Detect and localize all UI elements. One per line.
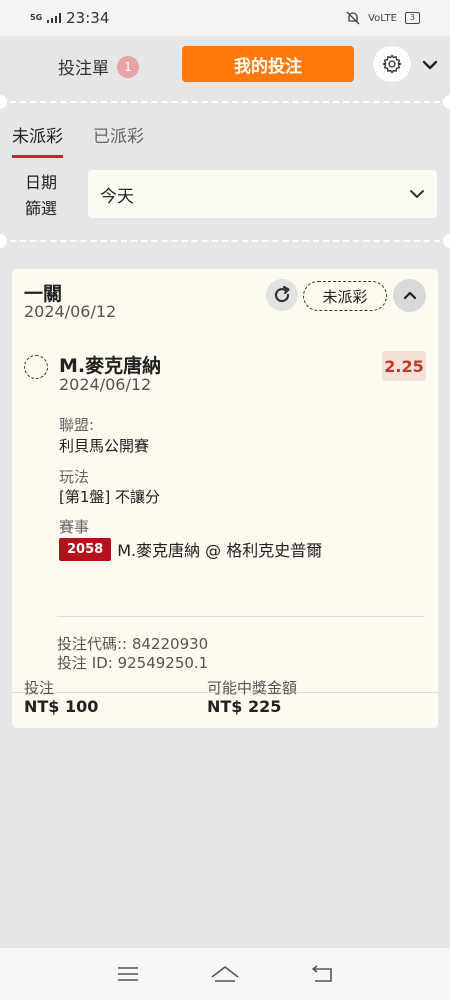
bet-id: 投注 ID: 92549250.1 — [57, 654, 209, 672]
market-label: 玩法 — [59, 468, 90, 486]
payout-label: 可能中獎金額 — [207, 679, 298, 697]
betslip-label: 投注單 — [58, 59, 109, 79]
menu-icon — [118, 967, 139, 981]
battery-icon: 3 — [404, 12, 420, 24]
mute-bell-icon — [346, 11, 360, 25]
payout-value: NT$ 225 — [207, 697, 282, 716]
refresh-button[interactable] — [266, 279, 298, 311]
event-name: M.麥克唐納 @ 格利克史普爾 — [117, 541, 323, 560]
dashed-divider — [0, 234, 450, 248]
refresh-icon — [274, 285, 290, 303]
clock: 23:34 — [66, 9, 110, 27]
home-button[interactable] — [205, 959, 245, 989]
chevron-down-icon — [410, 190, 424, 198]
back-button[interactable] — [302, 959, 342, 989]
chevron-down-icon — [422, 60, 438, 70]
selection-name: M.麥克唐納 — [59, 355, 162, 377]
bet-card: 一關 2024/06/12 未派彩 M.麥克唐納 2024/06/12 2.25… — [12, 269, 438, 728]
tab-settled[interactable]: 已派彩 — [93, 122, 144, 158]
gear-icon — [382, 54, 402, 74]
event-label: 賽事 — [59, 518, 90, 536]
betslip-tab[interactable]: 投注單 1 — [58, 54, 139, 79]
menu-button[interactable] — [108, 959, 148, 989]
divider — [57, 616, 424, 617]
volte-indicator: VoLTE — [368, 12, 397, 24]
selection-date: 2024/06/12 — [59, 375, 152, 394]
event-row: 2058 M.麥克唐納 @ 格利克史普爾 — [59, 537, 322, 561]
collapse-panel-button[interactable] — [419, 54, 441, 76]
status-right: VoLTE 3 — [346, 11, 420, 25]
bet-code: 投注代碼:: 84220930 — [57, 635, 209, 653]
league-value: 利貝馬公開賽 — [59, 437, 150, 455]
my-bets-button[interactable]: 我的投注 — [182, 46, 354, 82]
betslip-count-badge: 1 — [117, 55, 139, 78]
card-collapse-button[interactable] — [393, 279, 426, 312]
dashed-divider — [0, 95, 450, 109]
event-id-badge: 2058 — [59, 537, 112, 561]
date-filter: 日期篩選 今天 — [0, 168, 450, 224]
bets-panel: 投注單 1 我的投注 未派彩 已派彩 日期篩選 今天 一關 2024/06/12… — [0, 36, 450, 948]
system-nav-bar — [0, 948, 450, 1000]
market-value: [第1盤] 不讓分 — [59, 488, 161, 506]
settlement-tabs: 未派彩 已派彩 — [12, 122, 144, 158]
panel-header: 投注單 1 我的投注 — [0, 36, 450, 100]
odds-badge: 2.25 — [382, 351, 426, 381]
tab-unsettled[interactable]: 未派彩 — [12, 122, 63, 158]
signal-icon — [47, 13, 62, 23]
stake-label: 投注 — [24, 679, 55, 697]
status-left: 5G 23:34 — [30, 9, 109, 27]
chevron-up-icon — [403, 291, 416, 300]
league-label: 聯盟: — [59, 416, 95, 434]
home-icon — [211, 966, 239, 982]
date-filter-label: 日期篩選 — [25, 173, 58, 218]
network-type: 5G — [30, 13, 43, 22]
status-bar: 5G 23:34 VoLTE 3 — [0, 0, 450, 36]
selection-status-circle-icon — [24, 355, 48, 379]
stake-value: NT$ 100 — [24, 697, 99, 716]
date-filter-value: 今天 — [100, 186, 134, 207]
status-badge: 未派彩 — [303, 281, 387, 311]
settings-button[interactable] — [373, 46, 411, 82]
bet-date: 2024/06/12 — [24, 302, 117, 321]
back-icon — [311, 965, 332, 982]
date-filter-select[interactable]: 今天 — [88, 170, 437, 218]
